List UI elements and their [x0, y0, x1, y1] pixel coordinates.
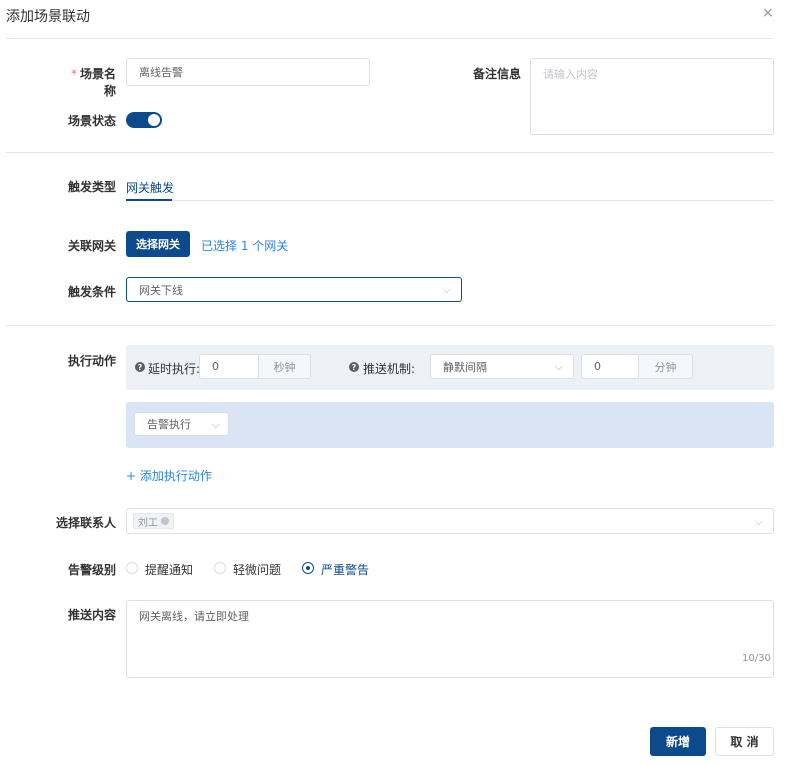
- interval-input[interactable]: 0: [581, 354, 639, 379]
- gateway-label: 关联网关: [67, 239, 116, 253]
- remark-placeholder: 请输入内容: [543, 68, 598, 81]
- tab-baseline: [172, 200, 774, 201]
- remark-label: 备注信息: [472, 67, 521, 81]
- radio-severe-label[interactable]: 严重警告: [321, 561, 369, 578]
- question-icon[interactable]: ?: [349, 362, 359, 372]
- scene-status-label: 场景状态: [67, 114, 116, 128]
- submit-button[interactable]: 新增: [650, 727, 706, 756]
- push-content-label: 推送内容: [67, 608, 116, 622]
- trigger-type-label: 触发类型: [67, 180, 116, 194]
- trigger-condition-select[interactable]: 网关下线 ⌵: [126, 277, 462, 302]
- divider: [6, 152, 774, 153]
- delay-input[interactable]: 0: [199, 354, 259, 379]
- chevron-down-icon: ⌵: [442, 283, 451, 296]
- radio-minor[interactable]: [214, 562, 226, 574]
- chevron-down-icon: ⌵: [554, 360, 563, 373]
- actions-label: 执行动作: [67, 354, 116, 368]
- tag-close-icon[interactable]: [161, 517, 169, 525]
- alarm-level-label: 告警级别: [67, 563, 116, 577]
- radio-severe[interactable]: [302, 562, 314, 574]
- toggle-knob: [148, 114, 160, 126]
- radio-reminder[interactable]: [126, 562, 138, 574]
- cancel-button[interactable]: 取 消: [715, 727, 774, 756]
- interval-unit: 分钟: [638, 354, 693, 379]
- divider: [6, 325, 774, 326]
- char-counter: 10/30: [742, 653, 771, 664]
- add-action-link[interactable]: + 添加执行动作: [126, 467, 212, 484]
- remark-textarea[interactable]: 请输入内容: [530, 58, 774, 135]
- radio-reminder-label[interactable]: 提醒通知: [145, 561, 193, 578]
- contacts-select[interactable]: 刘工 ⌵: [126, 508, 774, 534]
- select-gateway-button[interactable]: 选择网关: [126, 231, 190, 257]
- push-content-textarea[interactable]: 网关离线，请立即处理: [126, 600, 774, 678]
- push-mechanism-label: 推送机制:: [363, 362, 416, 376]
- tab-gateway-trigger[interactable]: 网关触发: [126, 179, 174, 196]
- chevron-down-icon: ⌵: [754, 515, 763, 528]
- close-icon[interactable]: ×: [762, 5, 774, 21]
- delay-label: 延时执行:: [148, 362, 201, 376]
- selected-gateways-link[interactable]: 已选择 1 个网关: [201, 237, 288, 254]
- chevron-down-icon: ⌵: [211, 418, 220, 431]
- scene-name-label: * 场景名称: [70, 67, 116, 98]
- radio-minor-label[interactable]: 轻微问题: [233, 561, 281, 578]
- delay-unit: 秒钟: [258, 354, 311, 379]
- contact-tag: 刘工: [133, 513, 174, 529]
- question-icon[interactable]: ?: [135, 362, 145, 372]
- scene-name-input[interactable]: 离线告警: [126, 58, 370, 86]
- push-mechanism-select[interactable]: 静默间隔 ⌵: [430, 354, 574, 379]
- action-type-select[interactable]: 告警执行 ⌵: [134, 412, 229, 436]
- divider: [6, 38, 774, 39]
- contacts-label: 选择联系人: [56, 516, 117, 530]
- dialog-title: 添加场景联动: [6, 9, 90, 25]
- trigger-condition-label: 触发条件: [67, 285, 116, 299]
- scene-status-toggle[interactable]: [126, 112, 162, 128]
- required-mark: *: [70, 67, 77, 81]
- tab-active-indicator: [126, 199, 172, 201]
